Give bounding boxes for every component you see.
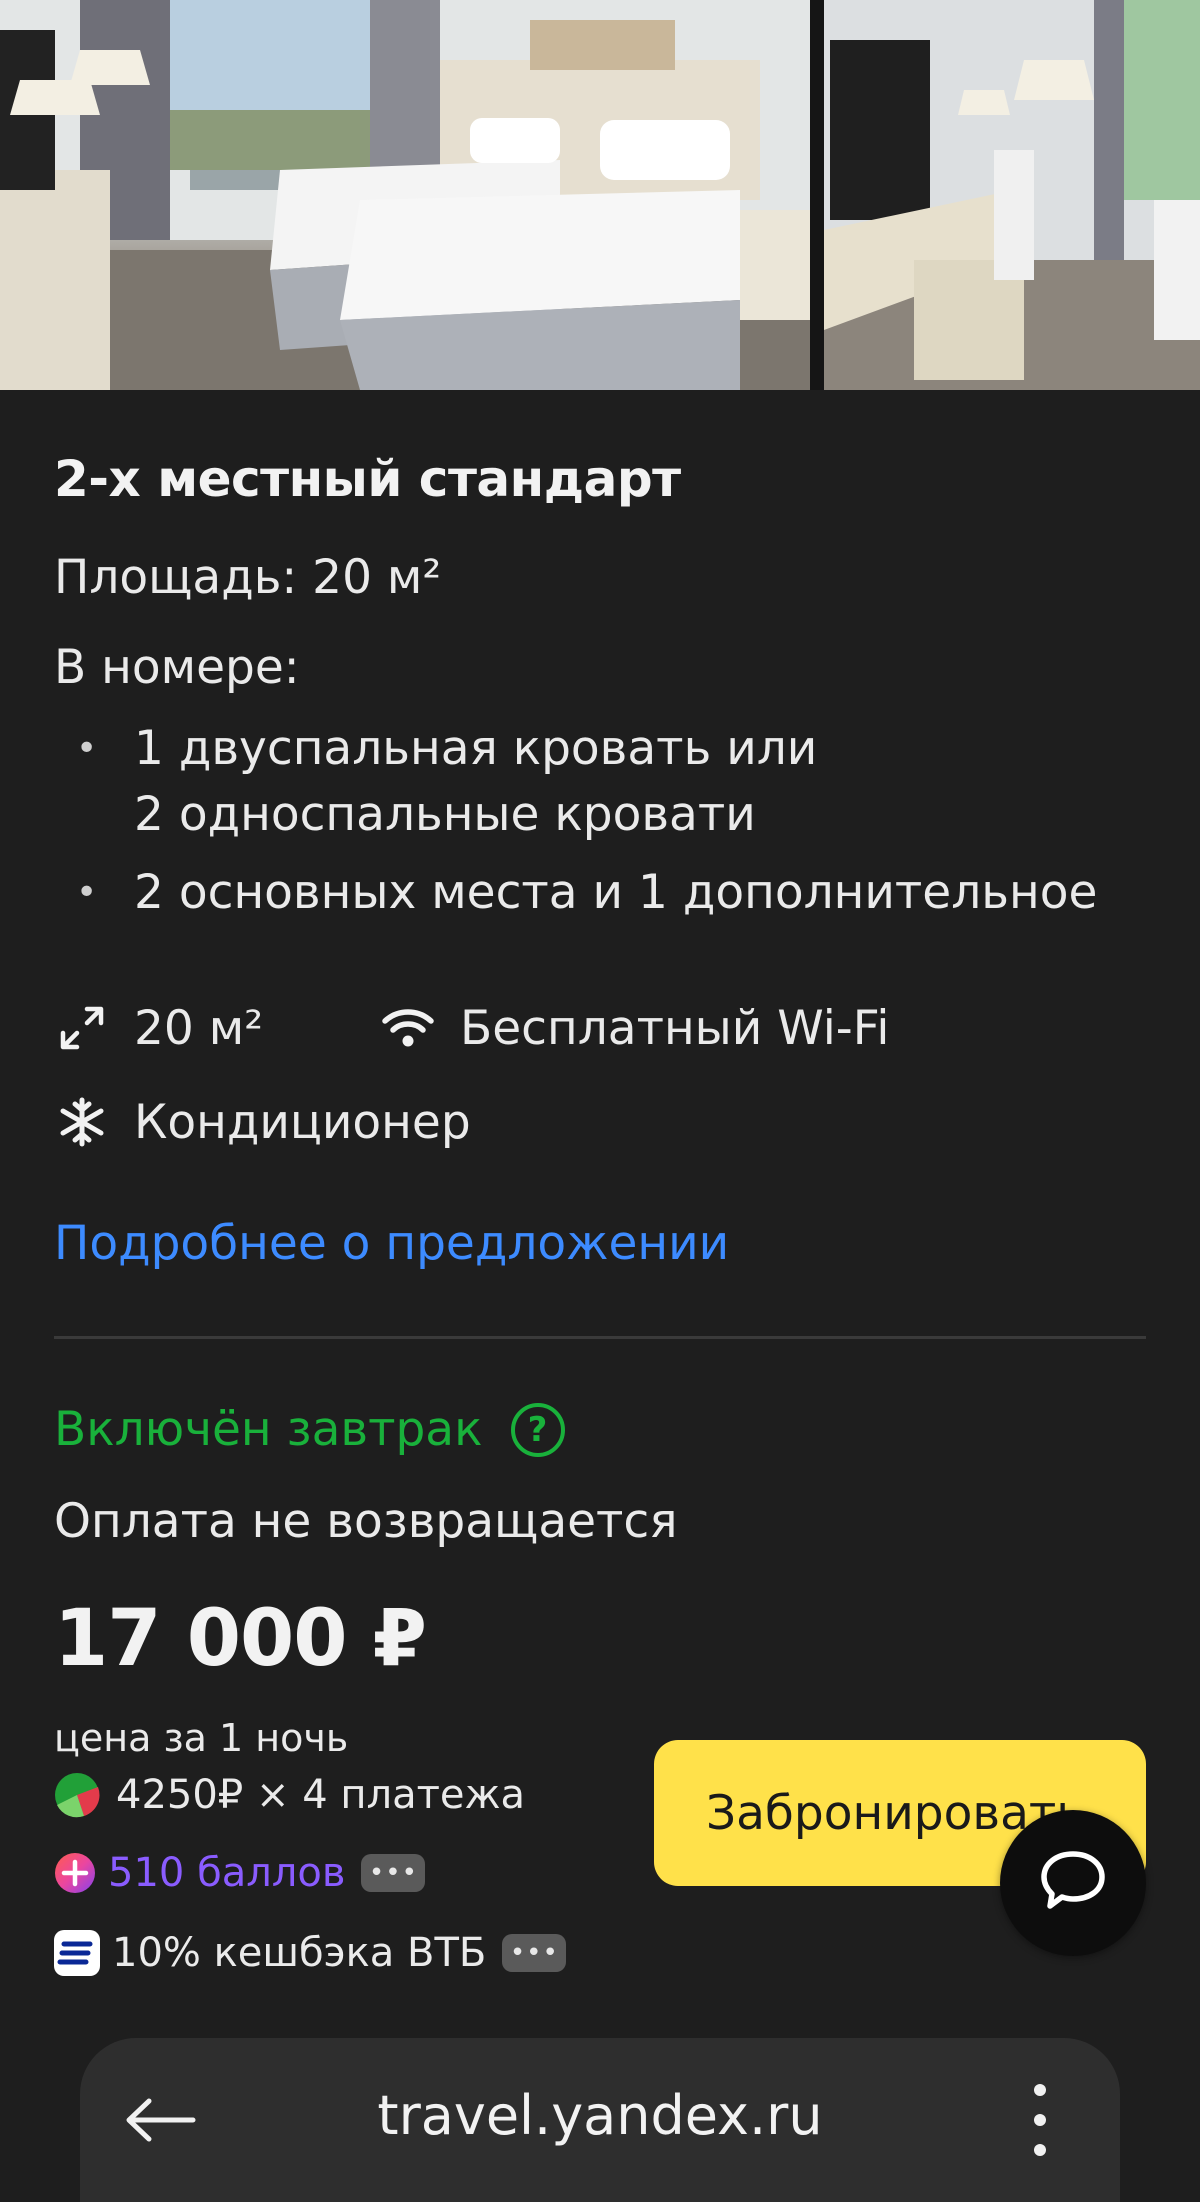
in-room-label: В номере:	[54, 640, 300, 695]
vtb-icon	[54, 1930, 100, 1976]
meal-info: Включён завтрак ?	[54, 1402, 565, 1457]
room-photo-illustration	[824, 0, 1200, 390]
more-vertical-icon[interactable]	[1010, 2078, 1070, 2162]
chat-icon	[1038, 1848, 1108, 1918]
cashback-more-button[interactable]: •••	[502, 1934, 567, 1972]
dot	[1034, 2144, 1046, 2156]
chat-button[interactable]	[1000, 1810, 1146, 1956]
installments-info[interactable]: 4250₽ × 4 платежа	[54, 1772, 525, 1818]
dot	[1034, 2114, 1046, 2126]
plus-points-icon	[54, 1852, 96, 1894]
list-item: 2 основных места и 1 дополнительное	[54, 860, 1154, 926]
points-info[interactable]: 510 баллов •••	[54, 1850, 426, 1896]
amenity-ac-label: Кондиционер	[134, 1094, 471, 1150]
room-photo-illustration	[0, 0, 810, 390]
refund-policy: Оплата не возвращается	[54, 1494, 678, 1549]
list-item: 1 двуспальная кровать или 2 односпальные…	[54, 716, 1154, 848]
room-photo[interactable]	[0, 0, 810, 390]
amenity-ac: Кондиционер	[54, 1094, 471, 1150]
offer-details-link[interactable]: Подробнее о предложении	[54, 1216, 729, 1271]
question-icon[interactable]: ?	[510, 1402, 565, 1457]
dot	[1034, 2084, 1046, 2096]
points-label: 510 баллов	[108, 1850, 346, 1896]
amenity-area-label: 20 м²	[134, 1000, 264, 1056]
cashback-label: 10% кешбэка ВТБ	[112, 1930, 487, 1976]
photo-gallery[interactable]	[0, 0, 1200, 390]
amenity-wifi: Бесплатный Wi-Fi	[380, 1000, 889, 1056]
wifi-icon	[380, 1000, 436, 1056]
price: 17 000 ₽	[54, 1594, 427, 1684]
browser-toolbar: travel.yandex.ru	[80, 2038, 1120, 2202]
split-payment-icon	[54, 1772, 100, 1818]
points-more-button[interactable]: •••	[361, 1854, 426, 1892]
room-features-list: 1 двуспальная кровать или 2 односпальные…	[54, 716, 1154, 938]
room-area: Площадь: 20 м²	[54, 550, 442, 605]
amenity-wifi-label: Бесплатный Wi-Fi	[460, 1000, 890, 1056]
installments-label: 4250₽ × 4 платежа	[116, 1772, 526, 1818]
price-note: цена за 1 ночь	[54, 1716, 349, 1760]
expand-icon	[54, 1000, 110, 1056]
snowflake-icon	[54, 1094, 110, 1150]
divider	[54, 1336, 1146, 1339]
meal-label: Включён завтрак	[54, 1402, 483, 1457]
cashback-info[interactable]: 10% кешбэка ВТБ •••	[54, 1930, 567, 1976]
amenity-area: 20 м²	[54, 1000, 263, 1056]
room-title: 2-х местный стандарт	[54, 450, 681, 508]
room-offer-card: 2-х местный стандарт Площадь: 20 м² В но…	[0, 390, 1200, 2002]
room-photo[interactable]	[824, 0, 1200, 390]
address-bar[interactable]: travel.yandex.ru	[80, 2084, 1120, 2147]
